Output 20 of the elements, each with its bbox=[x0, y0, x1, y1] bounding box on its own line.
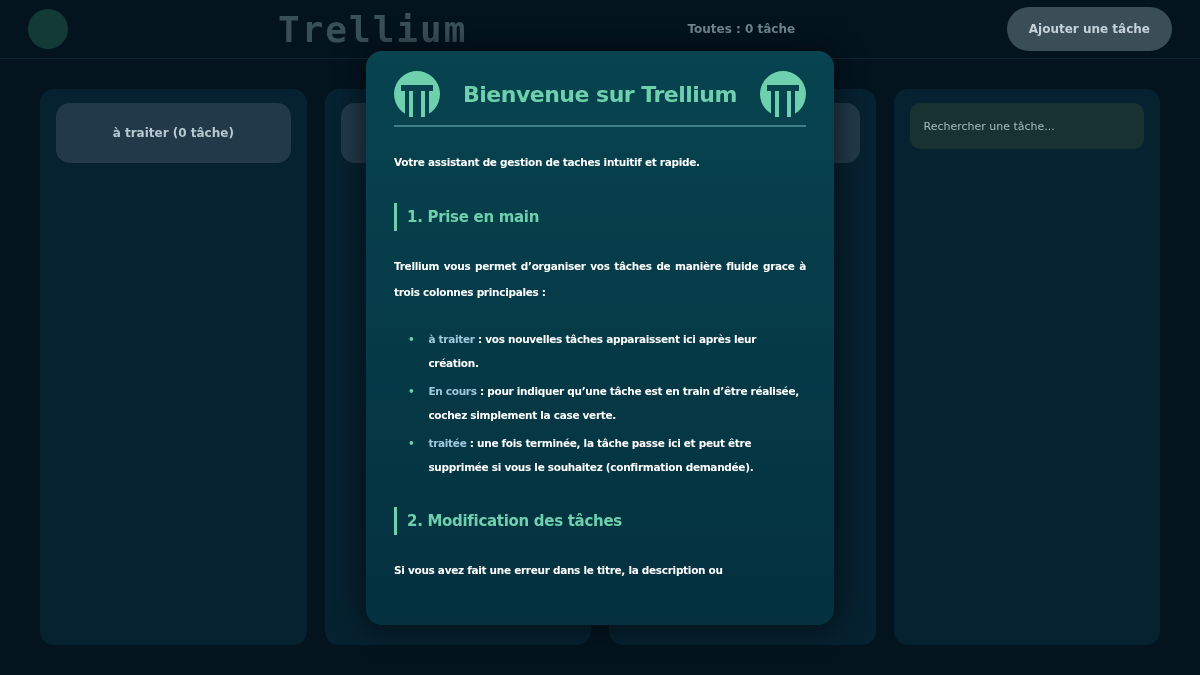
column-logo-icon bbox=[394, 71, 440, 117]
task-counter: Toutes : 0 tâche bbox=[687, 22, 796, 36]
intro-text: Votre assistant de gestion de taches intuitif et rapide. bbox=[394, 155, 701, 170]
section-paragraph: Si vous avez fait une erreur dans le titre, la description ou bbox=[394, 563, 724, 578]
section-paragraph: Trellium vous permet d’organiser vos tâches de manière fluide grace à trois colonnes principales : bbox=[394, 259, 806, 300]
app-title: Trellium bbox=[278, 8, 468, 50]
section-heading: 2. Modification des tâches bbox=[394, 507, 806, 535]
column-logo-icon bbox=[760, 71, 806, 117]
bullet: • bbox=[408, 384, 415, 399]
bullet: • bbox=[408, 436, 415, 451]
bullet: • bbox=[408, 332, 415, 347]
list-item: à traiter : vos nouvelles tâches apparaissent ici après leur création. bbox=[428, 332, 758, 371]
column-header: à traiter (0 tâche) bbox=[56, 103, 291, 163]
logo-circle bbox=[28, 9, 68, 49]
dialog-title: Bienvenue sur Trellium bbox=[463, 81, 737, 107]
list-item: traitée : une fois terminée, la tâche passe ici et peut être supprimée si vous le souhaitez (confirmation demandée). bbox=[428, 436, 755, 475]
search-field[interactable]: Rechercher une tâche... bbox=[909, 103, 1144, 149]
section-heading: 1. Prise en main bbox=[394, 203, 806, 231]
add-task-button[interactable]: Ajouter une tâche bbox=[1006, 7, 1172, 51]
list-item: En cours : pour indiquer qu’une tâche est en train d’être réalisée, cochez simplement la case verte. bbox=[428, 384, 800, 423]
